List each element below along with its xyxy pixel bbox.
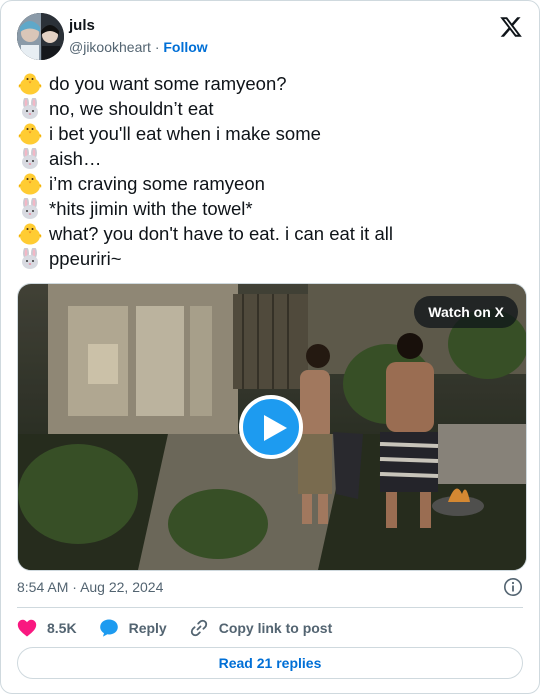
tweet-line: aish… [17,146,523,171]
play-icon [264,415,287,441]
chick-emoji-icon [17,173,43,195]
handle-separator: · [154,39,160,55]
tweet-line: i’m craving some ramyeon [17,171,523,196]
watch-on-x-button[interactable]: Watch on X [414,296,518,328]
tweet-card: juls @jikookheart · Follow do you want s… [0,0,540,694]
reply-label: Reply [128,620,167,636]
tweet-line: do you want some ramyeon? [17,71,523,96]
info-icon[interactable] [503,577,523,597]
tweet-line-text: do you want some ramyeon? [49,73,287,94]
tweet-line-text: what? you don't have to eat. i can eat i… [49,223,393,244]
rabbit-emoji-icon [17,246,43,270]
reply-button[interactable]: Reply [99,618,167,638]
play-button[interactable] [239,395,303,459]
timestamp: 8:54 AM · Aug 22, 2024 [17,577,523,597]
handle-line: @jikookheart · Follow [69,37,208,57]
heart-icon [17,619,37,637]
tweet-line: ppeuriri~ [17,246,523,271]
like-button[interactable]: 8.5K [17,619,77,637]
tweet-line: *hits jimin with the towel* [17,196,523,221]
divider [17,607,523,608]
tweet-line-text: no, we shouldn’t eat [49,98,214,119]
link-icon [190,619,207,637]
read-replies-button[interactable]: Read 21 replies [17,647,523,679]
copy-link-label: Copy link to post [218,620,333,636]
tweet-header: juls @jikookheart · Follow [17,13,523,61]
handle[interactable]: @jikookheart [69,39,151,55]
post-time[interactable]: 8:54 AM [17,579,68,595]
chick-emoji-icon [17,223,43,245]
action-bar: 8.5K Reply Copy link to post [17,617,523,639]
avatar[interactable] [17,13,64,60]
tweet-line-text: i bet you'll eat when i make some [49,123,321,144]
tweet-line-text: ppeuriri~ [49,248,122,269]
chick-emoji-icon [17,123,43,145]
tweet-line-text: aish… [49,148,102,169]
video-player[interactable]: Watch on X [17,283,527,571]
post-date[interactable]: Aug 22, 2024 [80,579,163,595]
author-names: juls @jikookheart · Follow [69,17,208,57]
rabbit-emoji-icon [17,146,43,170]
tweet-line-text: *hits jimin with the towel* [49,198,253,219]
follow-button[interactable]: Follow [163,39,207,55]
rabbit-emoji-icon [17,196,43,220]
chick-emoji-icon [17,73,43,95]
reply-bubble-icon [99,619,118,637]
copy-link-button[interactable]: Copy link to post [189,618,333,638]
x-logo-icon[interactable] [499,15,523,39]
tweet-line: no, we shouldn’t eat [17,96,523,121]
rabbit-emoji-icon [17,96,43,120]
display-name[interactable]: juls [69,17,208,35]
tweet-line: what? you don't have to eat. i can eat i… [17,221,523,246]
timestamp-separator: · [72,579,77,595]
tweet-text: do you want some ramyeon? no, we shouldn’… [17,71,523,271]
tweet-line: i bet you'll eat when i make some [17,121,523,146]
like-count: 8.5K [47,620,77,636]
tweet-line-text: i’m craving some ramyeon [49,173,265,194]
